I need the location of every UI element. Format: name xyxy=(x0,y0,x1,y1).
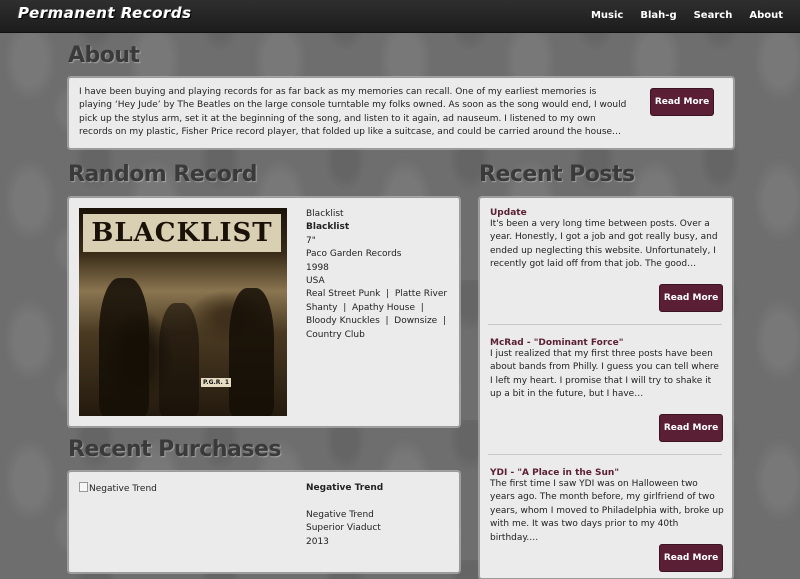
post-divider xyxy=(488,454,722,455)
post-read-more-button[interactable]: Read More xyxy=(659,284,723,312)
broken-image-icon xyxy=(79,482,88,492)
record-country: USA xyxy=(306,276,325,287)
purchase-image-alt: Negative Trend xyxy=(89,484,157,494)
post-title-link[interactable]: YDI - "A Place in the Sun" xyxy=(490,468,724,478)
about-panel: I have been buying and playing records f… xyxy=(68,77,734,149)
purchase-artist[interactable]: Negative Trend xyxy=(306,482,456,495)
purchase-label: Superior Viaduct xyxy=(306,523,381,534)
recent-purchases-panel: Negative Trend Negative Trend Negative T… xyxy=(68,471,460,573)
record-tags[interactable]: Real Street Punk | Platte River Shanty |… xyxy=(306,288,456,342)
post-excerpt: It's been a very long time between posts… xyxy=(490,219,718,270)
record-label: Paco Garden Records xyxy=(306,249,402,260)
recent-posts-heading: Recent Posts xyxy=(479,162,635,187)
random-record-panel: BLACKLIST P.G.R. 1 Blacklist Blacklist 7… xyxy=(68,197,460,427)
recent-posts-panel: Update It's been a very long time betwee… xyxy=(479,197,733,579)
record-format: 7" xyxy=(306,235,316,246)
post-excerpt: The first time I saw YDI was on Hallowee… xyxy=(490,479,724,543)
post-read-more-button[interactable]: Read More xyxy=(659,544,723,572)
post-item: Update It's been a very long time betwee… xyxy=(490,208,724,272)
record-artist[interactable]: Blacklist xyxy=(306,208,456,221)
post-item: McRad - "Dominant Force" I just realized… xyxy=(490,338,724,402)
cover-crowd-figure xyxy=(229,288,274,416)
nav-music[interactable]: Music xyxy=(591,0,623,32)
navbar: Permanent Records Music Blah-g Search Ab… xyxy=(0,0,800,33)
record-title[interactable]: Blacklist xyxy=(306,221,456,234)
recent-purchases-heading: Recent Purchases xyxy=(68,437,281,462)
record-cover-image[interactable]: BLACKLIST P.G.R. 1 xyxy=(79,208,287,416)
post-read-more-button[interactable]: Read More xyxy=(659,414,723,442)
cover-sticker: P.G.R. 1 xyxy=(201,378,232,387)
about-heading: About xyxy=(68,43,140,68)
purchase-image-broken[interactable]: Negative Trend xyxy=(79,482,157,494)
purchase-title[interactable]: Negative Trend xyxy=(306,509,456,522)
nav-about[interactable]: About xyxy=(749,0,783,32)
nav-search[interactable]: Search xyxy=(694,0,733,32)
record-year: 1998 xyxy=(306,262,329,273)
nav-blah-g[interactable]: Blah-g xyxy=(640,0,676,32)
main-nav: Music Blah-g Search About xyxy=(591,0,800,32)
cover-crowd-figure xyxy=(99,278,149,416)
about-read-more-button[interactable]: Read More xyxy=(650,88,714,116)
post-divider xyxy=(488,324,722,325)
record-details: Blacklist Blacklist 7" Paco Garden Recor… xyxy=(306,208,456,342)
site-logo[interactable]: Permanent Records xyxy=(18,4,192,22)
post-item: YDI - "A Place in the Sun" The first tim… xyxy=(490,468,724,545)
post-excerpt: I just realized that my first three post… xyxy=(490,349,719,400)
purchase-year: 2013 xyxy=(306,536,329,547)
post-title-link[interactable]: Update xyxy=(490,208,724,218)
about-text: I have been buying and playing records f… xyxy=(79,87,627,138)
post-title-link[interactable]: McRad - "Dominant Force" xyxy=(490,338,724,348)
random-record-heading: Random Record xyxy=(68,162,258,187)
cover-crowd-figure xyxy=(159,303,199,416)
cover-title: BLACKLIST xyxy=(83,214,281,252)
purchase-details: Negative Trend Negative Trend Superior V… xyxy=(306,482,456,549)
